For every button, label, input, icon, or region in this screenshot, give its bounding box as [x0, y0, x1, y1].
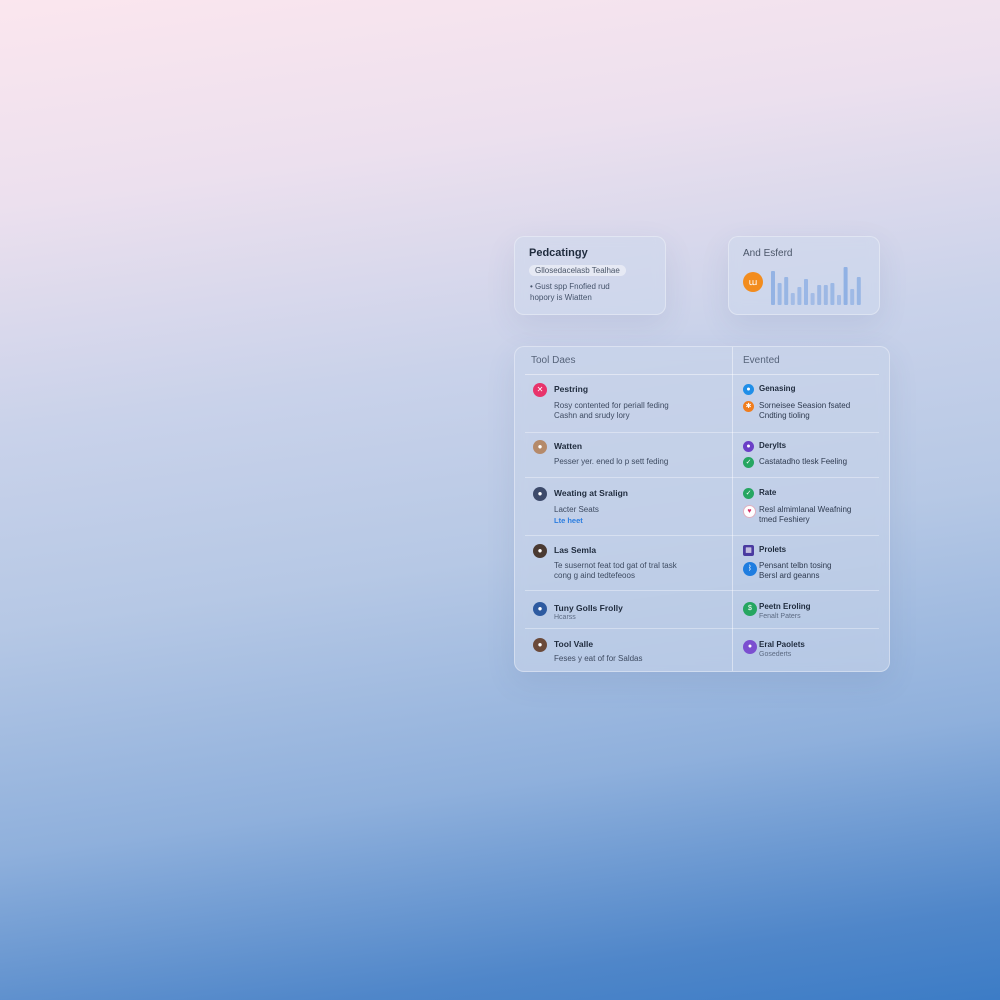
bluetooth-icon: ᛒ — [743, 562, 757, 576]
stats-bar — [817, 285, 822, 305]
summary-card-line-1: • Gust spp Fnofied rud — [530, 282, 610, 291]
leaf-icon: ✓ — [743, 488, 754, 499]
list-item-desc: cong g aind tedtefeoos — [554, 571, 635, 580]
event-title: Rate — [759, 488, 777, 497]
event-item[interactable]: ● Derylts ✓ Castatadho tlesk Feeling — [743, 440, 883, 470]
event-sub: Gosederts — [759, 651, 792, 658]
list-item-sub: Hcarss — [554, 614, 576, 621]
summary-card[interactable]: Pedcatingy Gllosedacelasb Tealhae • Gust… — [514, 236, 666, 315]
user-icon: ● — [743, 640, 757, 654]
avatar: ● — [533, 602, 547, 616]
event-desc: Sorneisee Seasion fsated — [759, 401, 851, 410]
list-item-name: Pestring — [554, 384, 589, 394]
leaf-icon: ✓ — [743, 457, 754, 468]
list-item-desc: Pesser yer. ened lo p sett feding — [554, 457, 669, 466]
avatar: ✕ — [533, 383, 547, 397]
list-item[interactable]: ● Las Semla Te susernot feat tod gat of … — [533, 544, 723, 584]
list-item-desc: Cashn and srudy lory — [554, 411, 630, 420]
stats-bar — [790, 293, 795, 305]
event-desc: Resl almimlanal Weafning — [759, 505, 852, 514]
stats-bar — [830, 283, 835, 305]
row-divider — [525, 432, 879, 433]
list-item[interactable]: ● Tuny Golls Frolly Hcarss — [533, 602, 723, 624]
right-column-header: Evented — [743, 355, 780, 366]
stats-card[interactable]: And Esferd ա — [728, 236, 880, 315]
row-divider — [525, 535, 879, 536]
stats-bar-chart — [771, 267, 861, 305]
list-item-name: Watten — [554, 441, 583, 451]
list-item-desc: Lacter Seats — [554, 505, 599, 514]
column-divider — [732, 347, 733, 671]
row-divider — [525, 590, 879, 591]
event-title: Peetn Eroling — [759, 602, 811, 611]
event-item[interactable]: ▦ Prolets ᛒ Pensant telbn tosing Bersl a… — [743, 544, 883, 584]
event-desc: tmed Feshiery — [759, 515, 810, 524]
list-item-desc: Feses y eat of for Saldas — [554, 654, 643, 663]
stats-bar — [784, 277, 789, 305]
stats-bar — [856, 277, 861, 305]
summary-card-pill[interactable]: Gllosedacelasb Tealhae — [529, 265, 626, 276]
avatar: ● — [533, 487, 547, 501]
event-item[interactable]: ✓ Rate ♥ Resl almimlanal Weafning tmed F… — [743, 487, 883, 527]
event-item[interactable]: ● Genasing ✱ Sorneisee Seasion fsated Cn… — [743, 383, 883, 423]
list-item[interactable]: ✕ Pestring Rosy contented for periall fe… — [533, 383, 723, 423]
header-divider — [525, 374, 879, 375]
stats-bar — [777, 283, 782, 305]
event-sub: Fenalt Paters — [759, 613, 801, 620]
event-desc: Castatadho tlesk Feeling — [759, 457, 848, 466]
stats-bar — [843, 267, 848, 305]
list-item-name: Weating at Sralign — [554, 488, 628, 498]
avatar: ● — [533, 544, 547, 558]
list-item-link[interactable]: Lte heet — [554, 516, 583, 525]
event-desc: Cndting tioling — [759, 411, 810, 420]
stats-bar — [850, 289, 855, 305]
stats-bar — [771, 271, 775, 305]
stats-bar — [797, 287, 802, 305]
row-divider — [525, 477, 879, 478]
event-item[interactable]: $ Peetn Eroling Fenalt Paters — [743, 601, 883, 625]
list-item[interactable]: ● Weating at Sralign Lacter Seats Lte he… — [533, 487, 723, 527]
avatar: ● — [533, 638, 547, 652]
avatar: ● — [533, 440, 547, 454]
summary-card-title: Pedcatingy — [529, 247, 588, 259]
stats-bar — [810, 293, 815, 305]
user-icon: ● — [743, 441, 754, 452]
chart-icon: ա — [743, 272, 763, 292]
stats-bar — [837, 295, 841, 305]
dollar-icon: $ — [743, 602, 757, 616]
event-title: Derylts — [759, 441, 787, 450]
event-title: Prolets — [759, 545, 787, 554]
summary-card-line-2: hopory is Wiatten — [530, 293, 592, 302]
list-item-name: Tool Valle — [554, 639, 594, 649]
list-item-name: Tuny Golls Frolly — [554, 603, 623, 613]
event-title: Eral Paolets — [759, 640, 805, 649]
stats-bar — [804, 279, 808, 305]
row-divider — [525, 628, 879, 629]
left-column-header: Tool Daes — [531, 355, 576, 366]
drop-icon: ● — [743, 384, 754, 395]
list-item-desc: Rosy contented for periall feding — [554, 401, 669, 410]
stats-card-title: And Esferd — [743, 248, 793, 259]
list-item-name: Las Semla — [554, 545, 597, 555]
list-item-desc: Te susernot feat tod gat of tral task — [554, 561, 677, 570]
event-item[interactable]: ● Eral Paolets Gosederts — [743, 639, 883, 663]
heart-icon: ♥ — [743, 505, 756, 518]
list-item[interactable]: ● Watten Pesser yer. ened lo p sett fedi… — [533, 440, 723, 470]
stats-bar — [823, 285, 828, 305]
activity-panel: Tool Daes Evented ✕ Pestring Rosy conten… — [514, 346, 890, 672]
event-desc: Bersl ard geanns — [759, 571, 820, 580]
gear-icon: ✱ — [743, 401, 754, 412]
grid-icon: ▦ — [743, 545, 754, 556]
event-desc: Pensant telbn tosing — [759, 561, 832, 570]
event-title: Genasing — [759, 384, 796, 393]
list-item[interactable]: ● Tool Valle Feses y eat of for Saldas — [533, 638, 723, 664]
